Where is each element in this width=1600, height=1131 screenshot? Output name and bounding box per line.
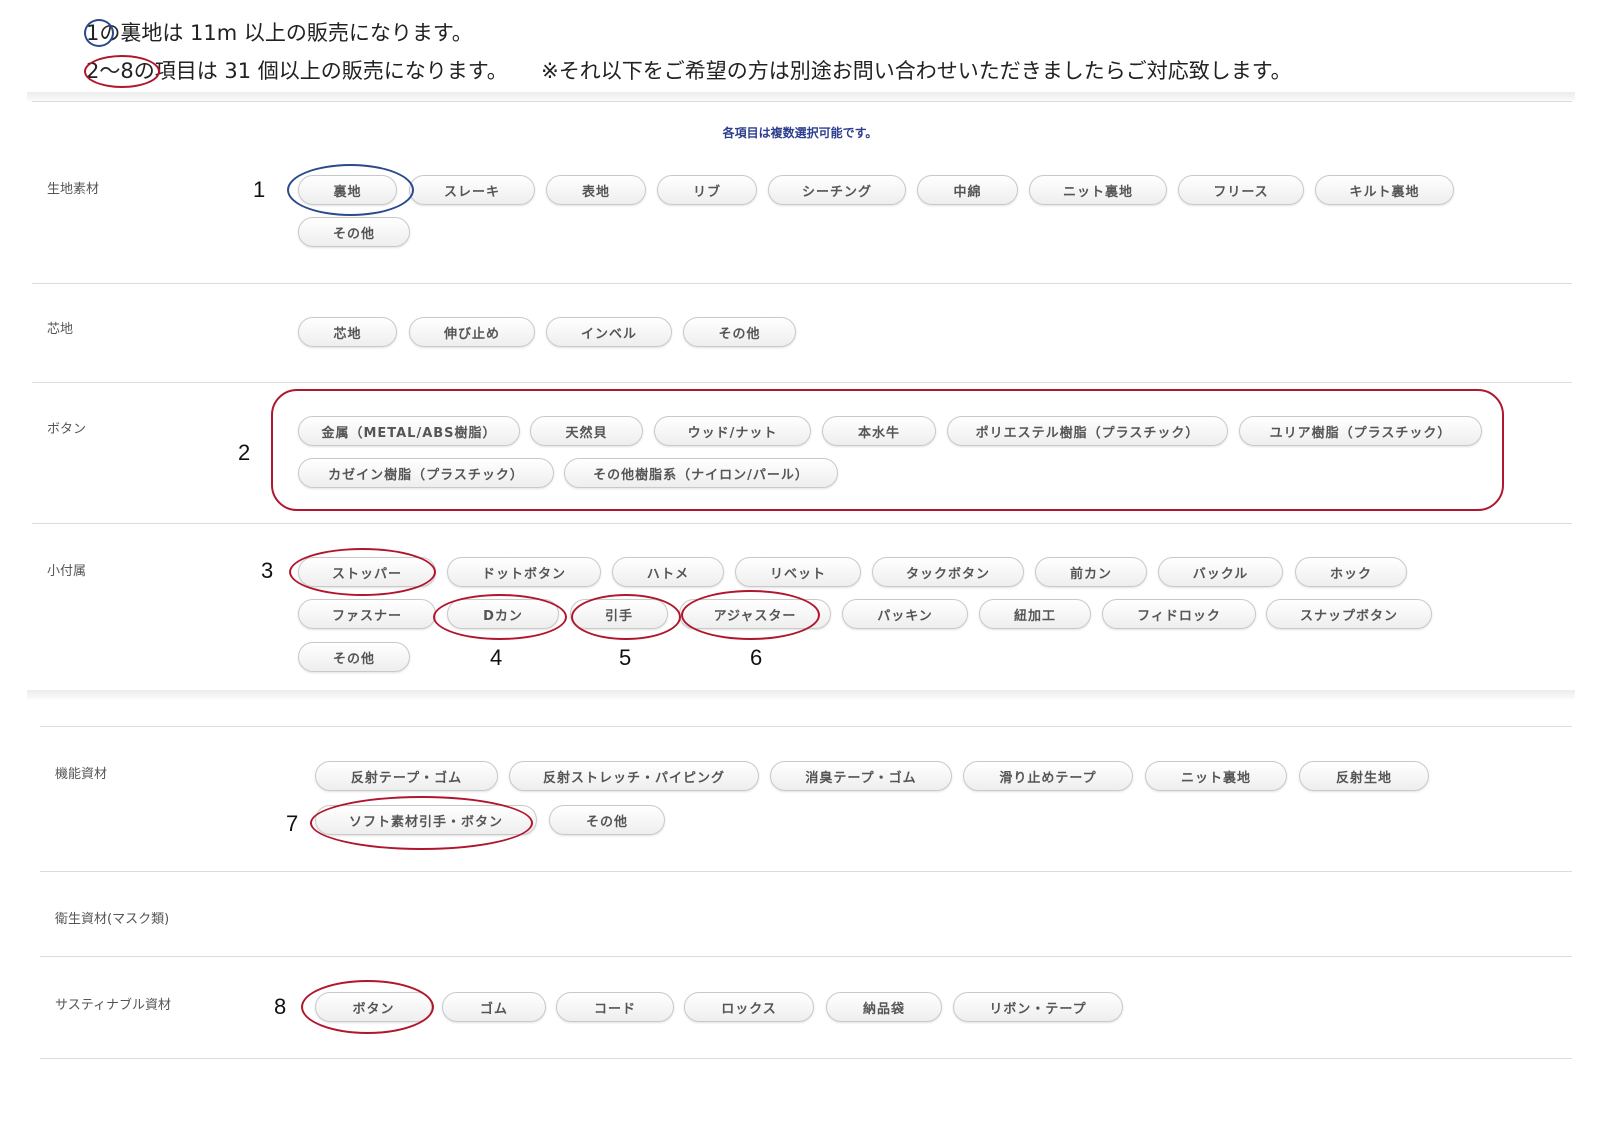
row-label-small-parts: 小付属 xyxy=(47,564,87,579)
option-fabric-outer[interactable]: 表地 xyxy=(546,175,646,205)
option-dot-button[interactable]: ドットボタン xyxy=(447,557,601,587)
option-fabric-quilt-lining[interactable]: キルト裏地 xyxy=(1315,175,1454,205)
option-fabric-other[interactable]: その他 xyxy=(298,217,410,247)
option-snap-button[interactable]: スナップボタン xyxy=(1266,599,1432,629)
option-fabric-knit-lining[interactable]: ニット裏地 xyxy=(1029,175,1167,205)
note-line-1: 1の裏地は 11m 以上の販売になります。 xyxy=(86,14,1292,52)
option-button-horn[interactable]: 本水牛 xyxy=(822,416,936,446)
option-soft-pull-button[interactable]: ソフト素材引手・ボタン xyxy=(315,805,537,835)
note-2-text: の項目は 31 個以上の販売になります。 xyxy=(133,59,508,83)
option-rivet[interactable]: リベット xyxy=(735,557,861,587)
option-fabric-lining[interactable]: 裏地 xyxy=(298,175,397,205)
note-1-text: の裏地は 11m 以上の販売になります。 xyxy=(99,21,473,45)
option-hook[interactable]: ホック xyxy=(1295,557,1407,587)
option-interlining[interactable]: 芯地 xyxy=(298,317,397,347)
option-functional-other[interactable]: その他 xyxy=(549,805,665,835)
option-pull[interactable]: 引手 xyxy=(570,599,668,629)
option-non-slip-tape[interactable]: 滑り止めテープ xyxy=(963,761,1133,791)
option-sustainable-lox[interactable]: ロックス xyxy=(684,992,814,1022)
row-label-buttons: ボタン xyxy=(47,422,87,437)
row-label-hygiene: 衛生資材(マスク類) xyxy=(55,912,170,927)
option-button-polyester[interactable]: ポリエステル樹脂（プラスチック） xyxy=(947,416,1228,446)
option-sustainable-delivery-bag[interactable]: 納品袋 xyxy=(826,992,942,1022)
option-button-other-resin[interactable]: その他樹脂系（ナイロン/パール） xyxy=(564,458,838,488)
option-d-ring[interactable]: Dカン xyxy=(447,599,559,629)
option-functional-knit-lining[interactable]: ニット裏地 xyxy=(1145,761,1287,791)
option-sustainable-button[interactable]: ボタン xyxy=(315,992,432,1022)
row-label-fabric: 生地素材 xyxy=(47,182,100,197)
notes: 1の裏地は 11m 以上の販売になります。 2～8の項目は 31 個以上の販売に… xyxy=(86,14,1292,90)
option-inbel[interactable]: インベル xyxy=(546,317,672,347)
option-fastener[interactable]: ファスナー xyxy=(298,599,436,629)
option-button-casein[interactable]: カゼイン樹脂（プラスチック） xyxy=(298,458,554,488)
option-button-shell[interactable]: 天然貝 xyxy=(530,416,643,446)
annotation-number: 2 xyxy=(238,440,251,465)
divider xyxy=(40,1058,1572,1059)
divider xyxy=(40,726,1572,727)
annotation-number: 3 xyxy=(261,558,274,583)
option-button-wood-nut[interactable]: ウッド/ナット xyxy=(654,416,811,446)
option-sustainable-cord[interactable]: コード xyxy=(556,992,674,1022)
option-fabric-batting[interactable]: 中綿 xyxy=(917,175,1018,205)
option-fabric-sheeting[interactable]: シーチング xyxy=(768,175,906,205)
divider xyxy=(32,283,1572,284)
annotation-number: 1 xyxy=(253,177,266,202)
divider xyxy=(40,871,1572,872)
annotation-number: 6 xyxy=(750,645,763,670)
option-fabric-sleeky[interactable]: スレーキ xyxy=(409,175,535,205)
option-cord-processing[interactable]: 紐加工 xyxy=(979,599,1091,629)
row-label-interlining: 芯地 xyxy=(47,322,74,337)
row-label-sustainable: サスティナブル資材 xyxy=(55,998,171,1013)
annotation-number: 4 xyxy=(490,645,503,670)
option-buckle[interactable]: バックル xyxy=(1158,557,1283,587)
option-stopper[interactable]: ストッパー xyxy=(298,557,436,587)
option-fidlock[interactable]: フィドロック xyxy=(1102,599,1256,629)
option-fabric-rib[interactable]: リブ xyxy=(657,175,757,205)
option-deodorant-tape[interactable]: 消臭テープ・ゴム xyxy=(770,761,952,791)
option-fabric-fleece[interactable]: フリース xyxy=(1178,175,1304,205)
option-reflective-tape[interactable]: 反射テープ・ゴム xyxy=(315,761,498,791)
option-interlining-other[interactable]: その他 xyxy=(683,317,796,347)
divider xyxy=(32,101,1572,102)
divider xyxy=(32,382,1572,383)
note-2-number: 2～8 xyxy=(86,59,134,83)
annotation-number: 8 xyxy=(274,994,287,1019)
annotation-number: 5 xyxy=(619,645,632,670)
option-tack-button[interactable]: タックボタン xyxy=(872,557,1024,587)
option-reflective-stretch-piping[interactable]: 反射ストレッチ・パイピング xyxy=(509,761,759,791)
note-2-extra: ※それ以下をご希望の方は別途お問い合わせいただきましたらご対応致します。 xyxy=(541,59,1292,83)
highlight-box-2 xyxy=(271,389,1504,511)
note-1-number: 1 xyxy=(86,21,100,45)
note-line-2: 2～8の項目は 31 個以上の販売になります。 ※それ以下をご希望の方は別途お問… xyxy=(86,52,1292,90)
option-adjuster[interactable]: アジャスター xyxy=(679,599,831,629)
multi-select-hint: 各項目は複数選択可能です。 xyxy=(722,126,878,140)
option-button-urea[interactable]: ユリア樹脂（プラスチック） xyxy=(1239,416,1482,446)
divider xyxy=(32,523,1572,524)
option-stay-tape[interactable]: 伸び止め xyxy=(409,317,535,347)
panel-bottom-shadow xyxy=(27,690,1575,700)
option-sustainable-ribbon-tape[interactable]: リボン・テープ xyxy=(953,992,1123,1022)
option-sustainable-rubber[interactable]: ゴム xyxy=(442,992,546,1022)
divider xyxy=(40,956,1572,957)
option-packing[interactable]: パッキン xyxy=(842,599,968,629)
option-small-parts-other[interactable]: その他 xyxy=(298,642,410,672)
row-label-functional: 機能資材 xyxy=(55,767,108,782)
option-hook-front[interactable]: 前カン xyxy=(1035,557,1147,587)
option-button-metal[interactable]: 金属（METAL/ABS樹脂） xyxy=(298,416,520,446)
annotation-number: 7 xyxy=(286,811,299,836)
option-eyelet[interactable]: ハトメ xyxy=(612,557,724,587)
option-reflective-fabric[interactable]: 反射生地 xyxy=(1299,761,1429,791)
